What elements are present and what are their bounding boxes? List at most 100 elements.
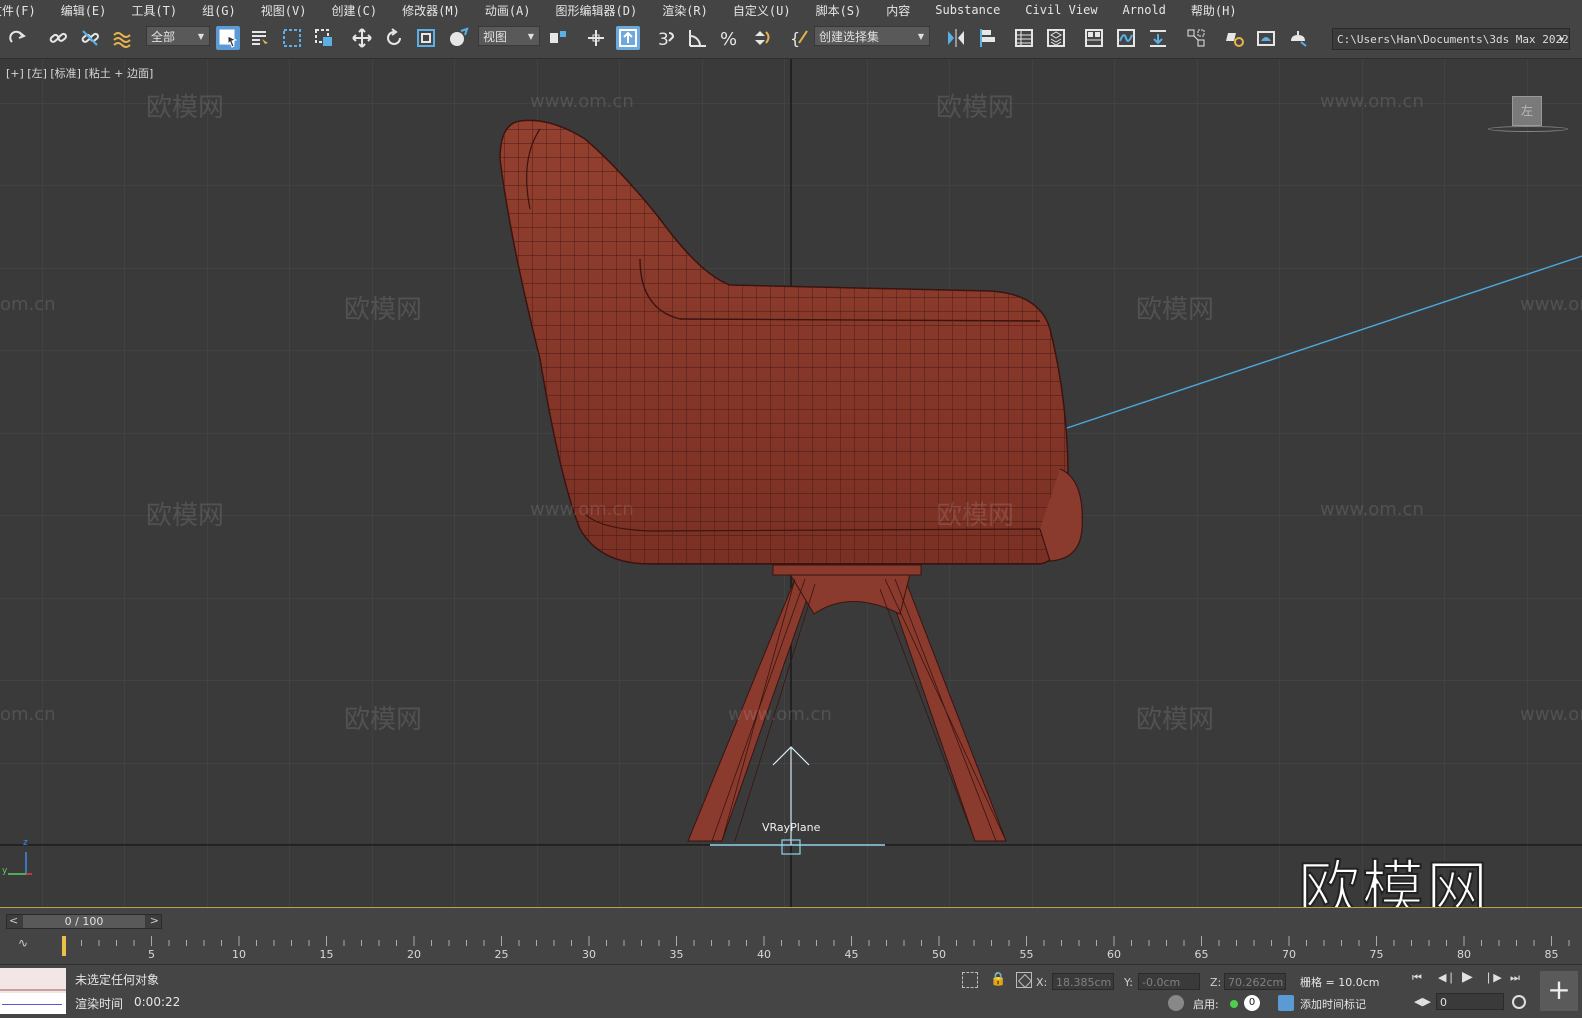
window-crossing-icon[interactable] xyxy=(312,26,336,50)
viewport-left[interactable]: [+] [左] [标准] [粘土 + 边面] 左 VRayPlane z y 欧… xyxy=(0,59,1582,907)
render-production-icon[interactable] xyxy=(1286,26,1310,50)
adaptive-degradation-icon[interactable] xyxy=(1168,995,1184,1011)
menu-graph-editors[interactable]: 图形编辑器(D) xyxy=(556,2,638,19)
status-bar: 未选定任何对象 渲染时间 0:00:22 🔒 X: 18.385cm Y: -0… xyxy=(0,964,1582,1018)
snaps-toggle-icon[interactable]: 3 xyxy=(654,26,678,50)
menu-substance[interactable]: Substance xyxy=(935,3,1000,17)
timeline-tick-label: 40 xyxy=(757,948,771,961)
redo-icon[interactable] xyxy=(6,26,30,50)
scene-explorer-icon[interactable] xyxy=(1012,26,1036,50)
menu-file[interactable]: 文件(F) xyxy=(0,2,36,19)
selection-filter-dropdown[interactable]: 全部 ▼ xyxy=(146,26,210,46)
edit-named-selection-icon[interactable]: { xyxy=(788,26,812,50)
viewcube-ring[interactable] xyxy=(1488,126,1568,132)
x-coord-field[interactable]: 18.385cm xyxy=(1052,973,1114,990)
lock-icon[interactable]: 🔒 xyxy=(990,972,1006,987)
time-slider[interactable]: < 0 / 100 > xyxy=(6,914,162,929)
menu-edit[interactable]: 编辑(E) xyxy=(61,2,107,19)
link-icon[interactable] xyxy=(46,26,70,50)
rendered-frame-window-icon[interactable] xyxy=(1254,26,1278,50)
watermark-url: www.om.cn xyxy=(1320,499,1424,520)
mirror-icon[interactable] xyxy=(944,26,968,50)
curve-editor-icon[interactable] xyxy=(1114,26,1138,50)
timeline-tick-label: 45 xyxy=(845,948,859,961)
absolute-mode-icon[interactable] xyxy=(1016,972,1033,989)
svg-text:{: { xyxy=(790,29,800,48)
menu-group[interactable]: 组(G) xyxy=(202,2,236,19)
render-setup-icon[interactable] xyxy=(1222,26,1246,50)
menu-scripting[interactable]: 脚本(S) xyxy=(816,2,862,19)
add-viewport-icon[interactable]: + xyxy=(1540,971,1578,1011)
current-frame-marker[interactable] xyxy=(62,936,66,956)
menu-arnold[interactable]: Arnold xyxy=(1123,3,1166,17)
align-icon[interactable] xyxy=(976,26,1000,50)
move-icon[interactable] xyxy=(350,26,374,50)
project-folder-path[interactable]: C:\Users\Han\Documents\3ds Max 2022 ▼ xyxy=(1332,28,1570,50)
menu-customize[interactable]: 自定义(U) xyxy=(733,2,791,19)
y-coord-field[interactable]: -0.0cm xyxy=(1138,973,1200,990)
timeline-tick-label: 35 xyxy=(670,948,684,961)
enable-label: 启用: xyxy=(1193,998,1219,1011)
menu-rendering[interactable]: 渲染(R) xyxy=(662,2,708,19)
scale-icon[interactable] xyxy=(414,26,438,50)
menu-tools[interactable]: 工具(T) xyxy=(131,2,177,19)
play-icon[interactable]: ▶ xyxy=(1462,969,1473,985)
menu-content[interactable]: 内容 xyxy=(886,2,910,19)
menu-modifiers[interactable]: 修改器(M) xyxy=(402,2,460,19)
go-to-end-icon[interactable]: ⏭ xyxy=(1510,971,1520,985)
angle-snap-icon[interactable] xyxy=(686,26,710,50)
track-bar[interactable]: 5 10 15 20 25 30 35 40 45 50 55 60 65 70 75 80 85 xyxy=(62,936,1582,964)
watermark-text: 欧模网 xyxy=(1136,295,1215,325)
menu-views[interactable]: 视图(V) xyxy=(261,2,307,19)
unlink-icon[interactable] xyxy=(78,26,102,50)
timeline-tick-label: 80 xyxy=(1457,948,1471,961)
select-object-icon[interactable] xyxy=(216,26,240,50)
axis-z-label: z xyxy=(23,838,28,848)
pivot-center-icon[interactable] xyxy=(546,26,570,50)
menu-animation[interactable]: 动画(A) xyxy=(485,2,531,19)
key-mode-icon[interactable]: ◀▶ xyxy=(1414,995,1431,1008)
rotate-icon[interactable] xyxy=(382,26,406,50)
material-editor-icon[interactable] xyxy=(1184,26,1208,50)
named-selection-sets-dropdown[interactable]: 创建选择集 ▼ xyxy=(814,26,930,46)
maxscript-listener-mini[interactable] xyxy=(0,968,66,1014)
select-by-name-icon[interactable] xyxy=(248,26,272,50)
toggle-ribbon-icon[interactable] xyxy=(1082,26,1106,50)
time-configuration-icon[interactable] xyxy=(1512,995,1526,1009)
watermark-url: www.om.cn xyxy=(1520,704,1582,725)
time-slider-next-icon[interactable]: > xyxy=(150,914,159,927)
bind-spacewarp-icon[interactable] xyxy=(110,26,134,50)
add-time-tag-label[interactable]: 添加时间标记 xyxy=(1300,996,1366,1012)
schematic-view-icon[interactable] xyxy=(1146,26,1170,50)
next-frame-icon[interactable]: ❘▶ xyxy=(1484,971,1502,984)
timeline-tick-label: 20 xyxy=(407,948,421,961)
menu-help[interactable]: 帮助(H) xyxy=(1191,2,1237,19)
menu-civil-view[interactable]: Civil View xyxy=(1025,3,1097,17)
rectangular-selection-icon[interactable] xyxy=(280,26,304,50)
previous-frame-icon[interactable]: ◀❘ xyxy=(1438,971,1456,984)
isolate-selection-icon[interactable] xyxy=(962,972,978,988)
timeline-tick-label: 75 xyxy=(1370,948,1384,961)
time-slider-prev-icon[interactable]: < xyxy=(9,914,18,927)
timeline-tick-label: 65 xyxy=(1195,948,1209,961)
timeline-tick-label: 50 xyxy=(932,948,946,961)
viewcube-face-left[interactable]: 左 xyxy=(1512,96,1542,126)
viewcube[interactable]: 左 xyxy=(1488,96,1568,136)
curve-editor-mini-icon[interactable]: ∿ xyxy=(18,936,28,950)
watermark-url: om.cn xyxy=(0,704,56,725)
main-toolbar: 全部 ▼ 视图 ▼ 3 % { 创建选择集 ▼ C:\Users\Han\Docume… xyxy=(0,20,1582,59)
time-tag-icon[interactable] xyxy=(1278,995,1294,1011)
menu-create[interactable]: 创建(C) xyxy=(331,2,377,19)
spinner-snap-icon[interactable] xyxy=(750,26,774,50)
select-manipulate-icon[interactable] xyxy=(584,26,608,50)
keyboard-shortcut-override-icon[interactable] xyxy=(616,26,640,50)
time-slider-thumb[interactable]: 0 / 100 xyxy=(23,915,145,928)
viewport-label[interactable]: [+] [左] [标准] [粘土 + 边面] xyxy=(6,65,153,81)
percent-snap-icon[interactable]: % xyxy=(718,26,742,50)
reference-coordinate-dropdown[interactable]: 视图 ▼ xyxy=(478,26,540,46)
current-frame-field[interactable]: 0 xyxy=(1436,993,1504,1010)
place-icon[interactable] xyxy=(446,26,470,50)
go-to-start-icon[interactable]: ⏮ xyxy=(1412,971,1422,985)
z-coord-field[interactable]: 70.262cm xyxy=(1224,973,1286,990)
layer-explorer-icon[interactable] xyxy=(1044,26,1068,50)
